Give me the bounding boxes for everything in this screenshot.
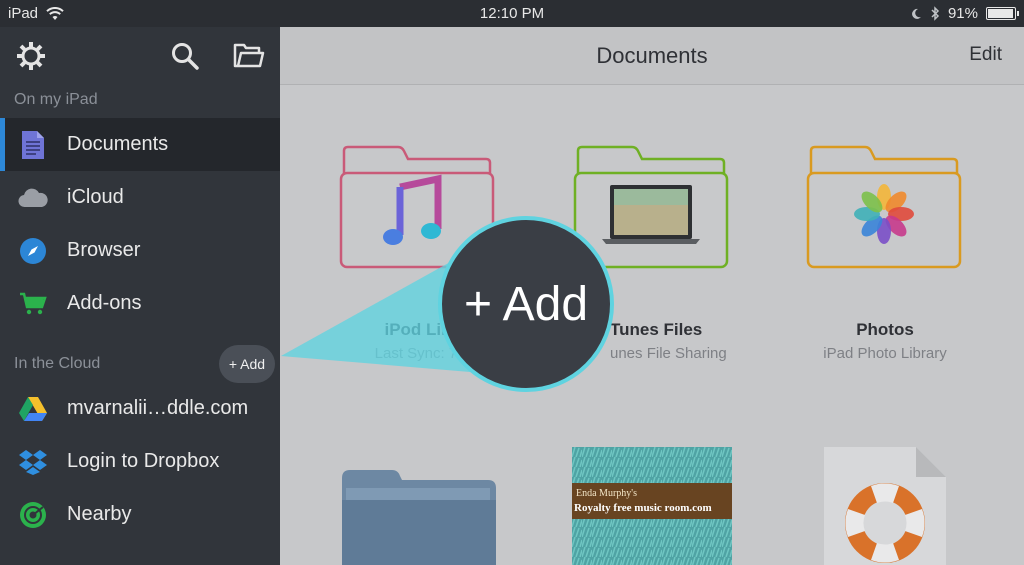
tile-subtitle: iPad Photo Library [823, 345, 947, 362]
sidebar: On my iPad Documents iCloud Browser Add-… [0, 27, 280, 565]
gear-icon[interactable] [14, 39, 48, 73]
folder-open-icon[interactable] [232, 39, 266, 73]
sidebar-item-label: Documents [67, 133, 169, 155]
status-bar: iPad 12:10 PM 91% [0, 0, 1024, 27]
dropbox-icon [18, 447, 48, 477]
sidebar-toolbar [0, 27, 280, 90]
sidebar-item-label: mvarnalii…ddle.com [67, 397, 249, 419]
section-label-in-the-cloud: In the Cloud [14, 355, 101, 372]
sidebar-item-label: Nearby [67, 503, 132, 525]
google-drive-icon [18, 394, 48, 424]
add-callout-magnified: + Add [438, 216, 614, 392]
add-cloud-button[interactable]: + Add [219, 345, 275, 383]
clock: 12:10 PM [479, 5, 545, 22]
tile-subtitle: unes File Sharing [610, 345, 727, 362]
document-icon [18, 130, 48, 160]
search-icon[interactable] [168, 39, 202, 73]
music-room-thumbnail[interactable]: Enda Murphy's Royalty free music room.co… [572, 447, 732, 565]
sidebar-item-label: Add-ons [67, 292, 142, 314]
cart-icon [18, 289, 48, 319]
nav-bar: Documents Edit [280, 27, 1024, 85]
sidebar-item-dropbox[interactable]: Login to Dropbox [0, 435, 280, 488]
section-label-on-my-ipad: On my iPad [14, 91, 98, 108]
battery-percent: 91% [947, 5, 978, 22]
radar-icon [18, 500, 48, 530]
bluetooth-icon [931, 6, 940, 21]
tile-name: Photos [856, 320, 914, 339]
photos-folder[interactable] [805, 143, 965, 271]
battery-icon [986, 7, 1019, 20]
sidebar-item-label: iCloud [67, 186, 124, 208]
sidebar-item-browser[interactable]: Browser [0, 224, 280, 277]
sidebar-item-label: Browser [67, 239, 141, 261]
edit-button[interactable]: Edit [969, 44, 1002, 66]
cloud-icon [18, 183, 48, 213]
compass-icon [18, 236, 48, 266]
main-content: Documents Edit iPod Lib Last Sync: 7/ Tu… [280, 27, 1024, 565]
thumbnail-line1: Enda Murphy's [576, 488, 637, 499]
sidebar-item-documents[interactable]: Documents [0, 118, 280, 171]
sidebar-item-google-drive[interactable]: mvarnalii…ddle.com [0, 382, 280, 435]
sidebar-item-nearby[interactable]: Nearby [0, 488, 280, 541]
sidebar-item-add-ons[interactable]: Add-ons [0, 277, 280, 330]
tile-name: Tunes Files [610, 320, 703, 339]
sidebar-item-label: Login to Dropbox [67, 450, 220, 472]
blue-folder[interactable] [340, 464, 500, 565]
thumbnail-line2: Royalty free music room.com [574, 502, 712, 514]
help-document[interactable] [822, 447, 948, 565]
lifebuoy-icon [845, 483, 925, 563]
sidebar-item-icloud[interactable]: iCloud [0, 171, 280, 224]
laptop-icon [602, 185, 700, 244]
page-title: Documents [596, 43, 708, 68]
moon-icon [912, 8, 921, 19]
